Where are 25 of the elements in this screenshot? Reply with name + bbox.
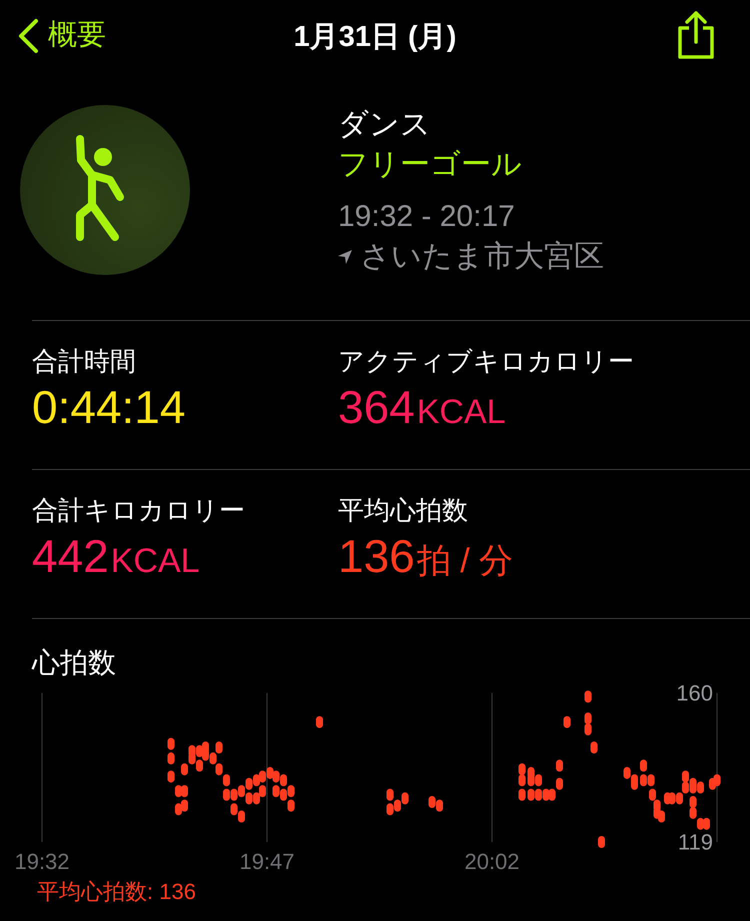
axis-label: 160 — [676, 680, 713, 706]
stat-value: 364KCAL — [338, 380, 507, 435]
location-arrow-icon — [338, 250, 352, 264]
page-title: 1月31日 (月) — [294, 20, 456, 55]
location: さいたま市大宮区 — [360, 239, 604, 275]
share-icon — [676, 10, 716, 60]
axis-label: 19:47 — [239, 849, 295, 874]
axis-label: 19:32 — [14, 849, 70, 874]
stat-value: 0:44:14 — [32, 380, 186, 435]
stat-label: 合計キロカロリー — [32, 494, 246, 527]
workout-name: ダンス — [338, 107, 432, 143]
axis-label: 20:02 — [464, 849, 520, 874]
section-title: 心拍数 — [32, 646, 117, 680]
stat-label: 合計時間 — [32, 345, 137, 378]
stat-label: 平均心拍数 — [338, 494, 469, 527]
stat-value: 442 KCAL — [32, 529, 201, 584]
stat-label: アクティブキロカロリー — [338, 345, 635, 378]
chevron-left-icon — [16, 18, 40, 54]
stat-value: 136拍 / 分 — [338, 529, 514, 584]
axis-label: 119 — [678, 830, 713, 854]
back-button[interactable]: 概要 — [16, 14, 106, 58]
time-range: 19:32 - 20:17 — [338, 199, 516, 235]
workout-goal: フリーゴール — [338, 147, 523, 183]
average-heart-rate: 平均心拍数: 136 — [37, 878, 197, 906]
share-button[interactable] — [676, 10, 716, 60]
